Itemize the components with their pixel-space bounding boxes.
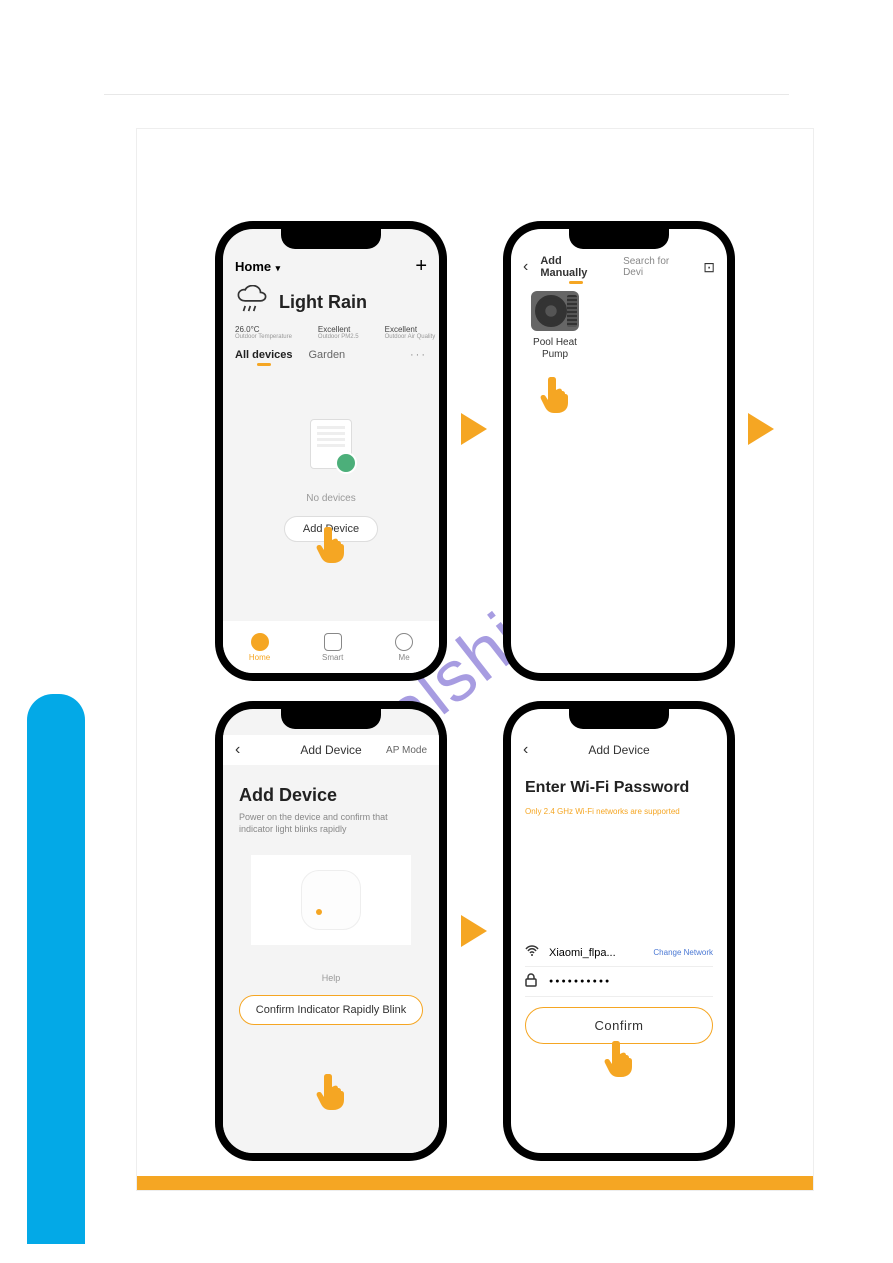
weather-stats: 26.0°COutdoor Temperature ExcellentOutdo… — [235, 325, 435, 340]
rain-cloud-icon — [235, 285, 269, 320]
phone-notch — [569, 709, 669, 729]
back-icon[interactable]: ‹ — [523, 258, 528, 276]
tab-all-devices[interactable]: All devices — [235, 349, 292, 361]
chevron-down-icon: ▾ — [273, 263, 280, 273]
page-title: Add Device — [511, 743, 727, 757]
temp-value: 26.0°C — [235, 325, 260, 334]
password-field[interactable]: ●●●●●●●●●● — [549, 978, 611, 985]
wifi-icon — [525, 945, 539, 960]
nav-me[interactable]: Me — [395, 633, 413, 662]
heat-pump-icon — [531, 291, 579, 331]
me-icon — [395, 633, 413, 651]
nav-home[interactable]: Home — [249, 633, 270, 662]
confirm-blink-button[interactable]: Confirm Indicator Rapidly Blink — [239, 995, 423, 1025]
device-indicator-image — [251, 855, 411, 945]
wifi-note: Only 2.4 GHz Wi-Fi networks are supporte… — [525, 807, 713, 816]
wifi-title: Enter Wi-Fi Password — [525, 779, 713, 797]
footer-bar — [137, 1176, 813, 1190]
pointing-hand-icon — [603, 1039, 635, 1084]
card-description: Power on the device and confirm that ind… — [239, 812, 423, 835]
pointing-hand-icon — [315, 525, 347, 570]
tab-search-device[interactable]: Search for Devi — [623, 256, 691, 278]
phone-mockup-wifi: ‹ Add Device Enter Wi-Fi Password Only 2… — [503, 701, 735, 1161]
weather-label: Light Rain — [279, 292, 367, 313]
empty-doc-icon — [310, 419, 352, 469]
aq-value: Excellent — [385, 325, 417, 334]
ssid-value: Xiaomi_flpa... — [549, 947, 616, 959]
help-link[interactable]: Help — [239, 973, 423, 983]
arrow-right-icon — [748, 413, 774, 445]
home-dropdown[interactable]: Home ▾ — [235, 259, 280, 274]
phone-notch — [281, 709, 381, 729]
arrow-right-icon — [461, 915, 487, 947]
lock-icon — [525, 973, 539, 990]
tab-add-manually[interactable]: Add Manually — [540, 255, 611, 279]
pointing-hand-icon — [539, 375, 571, 420]
figure-container: manualshive.com Home ▾ + Light Rain 26.0… — [136, 128, 814, 1191]
phone-notch — [281, 229, 381, 249]
tab-garden[interactable]: Garden — [308, 349, 345, 361]
no-devices-label: No devices — [223, 493, 439, 504]
pointing-hand-icon — [315, 1072, 347, 1117]
phone-mockup-home: Home ▾ + Light Rain 26.0°COutdoor Temper… — [215, 221, 447, 681]
phone-mockup-confirm-blink: ‹ Add Device AP Mode Add Device Power on… — [215, 701, 447, 1161]
phone-notch — [569, 229, 669, 249]
ap-mode-link[interactable]: AP Mode — [386, 745, 427, 756]
more-icon[interactable]: ··· — [410, 349, 427, 361]
change-network-link[interactable]: Change Network — [653, 948, 713, 957]
device-label: Pool Heat Pump — [525, 337, 585, 361]
phone-mockup-add-manually: ‹ Add Manually Search for Devi ⊡ Pool He… — [503, 221, 735, 681]
pm-value: Excellent — [318, 325, 350, 334]
wifi-ssid-row[interactable]: Xiaomi_flpa... Change Network — [525, 939, 713, 967]
card-title: Add Device — [239, 785, 423, 806]
device-pool-heat-pump[interactable]: Pool Heat Pump — [525, 291, 585, 361]
page-divider — [104, 94, 789, 95]
wifi-password-row[interactable]: ●●●●●●●●●● — [525, 967, 713, 997]
arrow-right-icon — [461, 413, 487, 445]
scan-icon[interactable]: ⊡ — [703, 259, 715, 276]
nav-smart[interactable]: Smart — [322, 633, 343, 662]
add-icon[interactable]: + — [415, 255, 427, 278]
feedback-tab[interactable] — [27, 694, 85, 1244]
home-icon — [251, 633, 269, 651]
smart-icon — [324, 633, 342, 651]
